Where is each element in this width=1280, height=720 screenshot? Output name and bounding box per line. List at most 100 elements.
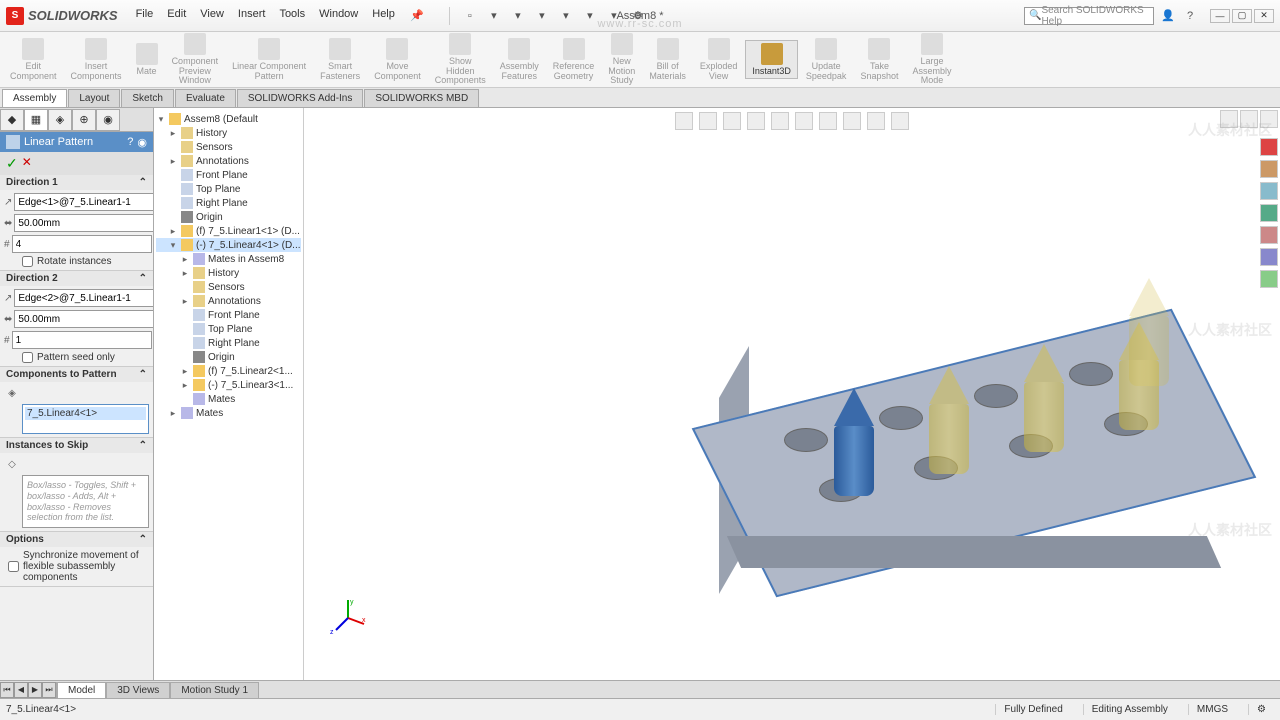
zoom-area-icon[interactable] (699, 112, 717, 130)
cmdtab-evaluate[interactable]: Evaluate (175, 89, 236, 107)
section-direction2[interactable]: Direction 2⌃ (0, 271, 153, 286)
pm-tab-property[interactable]: ▦ (24, 109, 48, 131)
tree-node[interactable]: ▸(-) 7_5.Linear3<1... (156, 378, 301, 392)
close-button[interactable]: ✕ (1254, 9, 1274, 23)
tree-node[interactable]: Right Plane (156, 196, 301, 210)
help-search[interactable]: 🔍 Search SOLIDWORKS Help (1024, 7, 1154, 25)
menu-help[interactable]: Help (372, 8, 395, 24)
tab-3dviews[interactable]: 3D Views (106, 682, 170, 698)
section-options[interactable]: Options⌃ (0, 532, 153, 547)
3d-model[interactable] (634, 238, 1274, 618)
dir2-edge-input[interactable] (14, 289, 154, 307)
viewport-minimize-icon[interactable] (1220, 110, 1238, 128)
minimize-button[interactable]: — (1210, 9, 1230, 23)
tree-node[interactable]: Top Plane (156, 322, 301, 336)
ribbon-insert[interactable]: InsertComponents (65, 36, 128, 84)
hide-show-icon[interactable] (819, 112, 837, 130)
status-custom-icon[interactable]: ⚙ (1248, 704, 1274, 715)
menu-file[interactable]: File (136, 8, 154, 24)
pin-icon[interactable]: 📌 (409, 8, 425, 24)
new-icon[interactable]: ▫ (462, 8, 478, 24)
tree-node[interactable]: ▾Assem8 (Default (156, 112, 301, 126)
cmdtab-sketch[interactable]: Sketch (121, 89, 174, 107)
tree-node[interactable]: ▸History (156, 126, 301, 140)
skip-listbox[interactable]: Box/lasso - Toggles, Shift + box/lasso -… (22, 475, 149, 528)
tree-node[interactable]: Front Plane (156, 308, 301, 322)
tree-node[interactable]: ▾(-) 7_5.Linear4<1> (D... (156, 238, 301, 252)
pm-tab-feature[interactable]: ◆ (0, 109, 24, 131)
ribbon-move[interactable]: MoveComponent (368, 36, 427, 84)
menu-insert[interactable]: Insert (238, 8, 266, 24)
cmdtab-assembly[interactable]: Assembly (2, 89, 67, 107)
ribbon-show[interactable]: ShowHiddenComponents (429, 31, 492, 89)
orientation-triad[interactable]: y x z (328, 598, 368, 638)
solidworks-resources-icon[interactable] (1260, 138, 1278, 156)
direction-icon[interactable]: ↗ (4, 194, 12, 210)
apply-scene-icon[interactable] (867, 112, 885, 130)
user-icon[interactable]: 👤 (1160, 8, 1176, 24)
ribbon-assembly[interactable]: AssemblyFeatures (494, 36, 545, 84)
tree-node[interactable]: Origin (156, 350, 301, 364)
restore-button[interactable]: ▢ (1232, 9, 1252, 23)
tree-node[interactable]: Origin (156, 210, 301, 224)
pm-tab-config[interactable]: ◈ (48, 109, 72, 131)
tab-first-icon[interactable]: ⏮ (0, 682, 14, 698)
graphics-area[interactable]: y x z (304, 108, 1280, 698)
prev-view-icon[interactable] (723, 112, 741, 130)
ribbon-mate[interactable]: Mate (130, 41, 164, 79)
dir1-spacing-input[interactable] (14, 214, 154, 232)
section-direction1[interactable]: Direction 1⌃ (0, 175, 153, 190)
pm-help-icon[interactable]: ? (127, 136, 133, 148)
cmdtab-solidworks-mbd[interactable]: SOLIDWORKS MBD (364, 89, 479, 107)
pm-tab-display[interactable]: ◉ (96, 109, 120, 131)
save-icon[interactable]: ▾ (510, 8, 526, 24)
ribbon-new[interactable]: NewMotionStudy (602, 31, 641, 89)
dir1-count-input[interactable] (12, 235, 152, 253)
view-palette-icon[interactable] (1260, 204, 1278, 222)
cmdtab-layout[interactable]: Layout (68, 89, 120, 107)
tree-node[interactable]: ▸Mates in Assem8 (156, 252, 301, 266)
section-instances-skip[interactable]: Instances to Skip⌃ (0, 438, 153, 453)
view-orient-icon[interactable] (771, 112, 789, 130)
ribbon-edit[interactable]: EditComponent (4, 36, 63, 84)
tab-motion-study[interactable]: Motion Study 1 (170, 682, 259, 698)
ribbon-component[interactable]: ComponentPreviewWindow (166, 31, 225, 89)
menu-view[interactable]: View (200, 8, 224, 24)
rotate-instances-check[interactable]: Rotate instances (4, 256, 149, 267)
zoom-fit-icon[interactable] (675, 112, 693, 130)
open-icon[interactable]: ▾ (486, 8, 502, 24)
tree-node[interactable]: ▸Mates (156, 406, 301, 420)
tab-model[interactable]: Model (57, 682, 106, 698)
tree-node[interactable]: Sensors (156, 280, 301, 294)
status-units[interactable]: MMGS (1188, 704, 1236, 715)
menu-tools[interactable]: Tools (279, 8, 305, 24)
sync-flexible-check[interactable]: Synchronize movement of flexible subasse… (4, 550, 149, 583)
view-settings-icon[interactable] (891, 112, 909, 130)
ribbon-exploded[interactable]: ExplodedView (694, 36, 744, 84)
viewport-close-icon[interactable] (1260, 110, 1278, 128)
ribbon-update[interactable]: UpdateSpeedpak (800, 36, 853, 84)
tree-node[interactable]: Front Plane (156, 168, 301, 182)
tree-node[interactable]: ▸(f) 7_5.Linear1<1> (D... (156, 224, 301, 238)
ribbon-instant3d[interactable]: Instant3D (745, 40, 798, 80)
tree-node[interactable]: ▸Annotations (156, 294, 301, 308)
file-explorer-icon[interactable] (1260, 182, 1278, 200)
pm-ok-button[interactable]: ✓ (6, 155, 18, 172)
tree-node[interactable]: ▸Annotations (156, 154, 301, 168)
tab-prev-icon[interactable]: ◀ (14, 682, 28, 698)
list-item[interactable]: 7_5.Linear4<1> (25, 407, 146, 420)
tree-node[interactable]: ▸(f) 7_5.Linear2<1... (156, 364, 301, 378)
section-icon[interactable] (747, 112, 765, 130)
pm-pin-icon[interactable]: ◉ (137, 136, 147, 149)
ribbon-smart[interactable]: SmartFasteners (314, 36, 366, 84)
help-icon[interactable]: ? (1182, 8, 1198, 24)
ribbon-take[interactable]: TakeSnapshot (854, 36, 904, 84)
menu-edit[interactable]: Edit (167, 8, 186, 24)
cmdtab-solidworks-add-ins[interactable]: SOLIDWORKS Add-Ins (237, 89, 363, 107)
tree-node[interactable]: ▸History (156, 266, 301, 280)
dir2-spacing-input[interactable] (14, 310, 154, 328)
pm-tab-dim[interactable]: ⊕ (72, 109, 96, 131)
tab-last-icon[interactable]: ⏭ (42, 682, 56, 698)
dir1-edge-input[interactable] (14, 193, 154, 211)
display-style-icon[interactable] (795, 112, 813, 130)
